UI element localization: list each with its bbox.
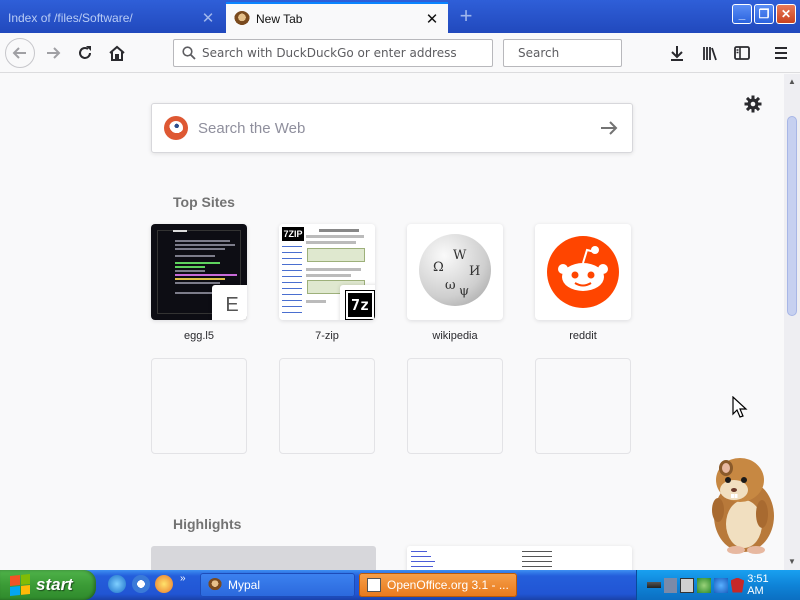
tray-security-shield-icon[interactable] (730, 577, 745, 593)
close-tab-icon[interactable]: ✕ (424, 10, 440, 28)
forward-button[interactable] (38, 38, 68, 68)
web-search-input[interactable] (198, 119, 598, 137)
window-controls: _ ❐ ✕ (732, 4, 796, 24)
taskbar-item-openoffice[interactable]: OpenOffice.org 3.1 - ... (359, 573, 517, 597)
tab-new-tab[interactable]: New Tab ✕ (226, 2, 448, 33)
web-search-box[interactable] (151, 103, 633, 153)
search-icon (182, 46, 196, 60)
minimize-button[interactable]: _ (732, 4, 752, 24)
start-label: start (36, 575, 73, 594)
7zip-badge-icon: 7z (340, 285, 375, 320)
tab-title: Index of /files/Software/ (8, 10, 133, 25)
sidebar-icon (734, 46, 750, 60)
sidebar-button[interactable] (727, 38, 757, 68)
tab-index-files-software[interactable]: Index of /files/Software/ ✕ (0, 2, 224, 33)
quick-launch-more-icon[interactable]: » (180, 573, 186, 584)
new-tab-plus-icon[interactable]: + (452, 4, 480, 30)
tile-badge: E (212, 285, 247, 320)
tray-monitor-icon[interactable] (680, 577, 695, 593)
top-site-label: reddit (569, 330, 597, 342)
new-tab-page: Top Sites E egg.l5 7ZIP (0, 74, 784, 570)
empty-top-site-slot[interactable] (407, 358, 503, 454)
top-site-tile-reddit[interactable] (535, 224, 631, 320)
mouse-cursor-icon (732, 396, 748, 418)
top-site-tile-egg[interactable]: E (151, 224, 247, 320)
tab-strip: Index of /files/Software/ ✕ New Tab ✕ + … (0, 0, 800, 33)
highlight-card[interactable] (407, 546, 632, 570)
scrollbar-thumb[interactable] (787, 116, 797, 316)
download-icon (671, 46, 683, 61)
duckduckgo-logo-icon (164, 116, 188, 140)
system-tray: 3:51 AM (636, 570, 800, 600)
wikipedia-globe-icon: Ω W И ω ψ (419, 234, 491, 306)
forward-arrow-icon (47, 47, 61, 59)
tray-app-icon[interactable] (697, 577, 711, 593)
start-button[interactable]: start (0, 570, 96, 600)
hamster-favicon-icon (208, 578, 222, 592)
search-bar[interactable] (503, 39, 668, 67)
tab-title: New Tab (256, 11, 303, 26)
top-site-label: wikipedia (432, 330, 478, 342)
hamburger-menu-icon (775, 47, 787, 59)
highlights-heading: Highlights (173, 516, 242, 532)
navigation-toolbar (0, 33, 800, 73)
top-site-label: 7-zip (315, 330, 339, 342)
url-input[interactable] (196, 46, 492, 60)
windows-flag-icon (10, 573, 30, 597)
arrow-right-icon[interactable] (598, 117, 620, 139)
close-window-button[interactable]: ✕ (776, 4, 796, 24)
tray-volume-icon[interactable] (713, 577, 728, 593)
7zip-logo: 7ZIP (282, 227, 304, 241)
menu-button[interactable] (766, 38, 796, 68)
top-site-label: egg.l5 (184, 330, 214, 342)
media-player-icon[interactable] (155, 575, 173, 593)
empty-top-site-slot[interactable] (279, 358, 375, 454)
tray-computer-icon[interactable] (663, 577, 678, 593)
vertical-scrollbar[interactable]: ▲ ▼ (784, 74, 800, 570)
taskbar-item-label: Mypal (228, 578, 261, 592)
library-button[interactable] (695, 38, 725, 68)
reddit-logo-icon (547, 236, 619, 308)
email-icon[interactable] (132, 575, 150, 593)
tray-network-icon[interactable] (647, 582, 661, 588)
close-tab-icon[interactable]: ✕ (200, 9, 216, 27)
home-icon (109, 45, 125, 61)
taskbar-item-label: OpenOffice.org 3.1 - ... (387, 578, 509, 592)
top-sites-heading: Top Sites (173, 194, 235, 210)
highlight-card[interactable] (151, 546, 376, 570)
taskbar-clock: 3:51 AM (747, 573, 769, 597)
empty-top-site-slot[interactable] (535, 358, 631, 454)
gear-icon[interactable] (743, 94, 763, 114)
taskbar-item-mypal[interactable]: Mypal (200, 573, 355, 597)
hamster-mascot-image (712, 458, 774, 554)
windows-taskbar: start » Mypal OpenOffice.org 3.1 - ... 3… (0, 570, 800, 600)
internet-explorer-icon[interactable] (108, 575, 126, 593)
downloads-button[interactable] (662, 38, 692, 68)
reload-button[interactable] (70, 38, 100, 68)
hamster-favicon-icon (234, 10, 250, 27)
search-input[interactable] (512, 46, 668, 60)
maximize-button[interactable]: ❐ (754, 4, 774, 24)
top-site-tile-7zip[interactable]: 7ZIP 7z (279, 224, 375, 320)
scroll-down-arrow-icon[interactable]: ▼ (784, 554, 800, 570)
back-arrow-icon (12, 47, 26, 59)
home-button[interactable] (102, 38, 132, 68)
openoffice-icon (367, 578, 381, 592)
scroll-up-arrow-icon[interactable]: ▲ (784, 74, 800, 90)
address-bar[interactable] (173, 39, 493, 67)
top-site-tile-wikipedia[interactable]: Ω W И ω ψ (407, 224, 503, 320)
empty-top-site-slot[interactable] (151, 358, 247, 454)
library-icon (703, 47, 717, 61)
reload-icon (79, 46, 91, 59)
back-button[interactable] (5, 38, 35, 68)
